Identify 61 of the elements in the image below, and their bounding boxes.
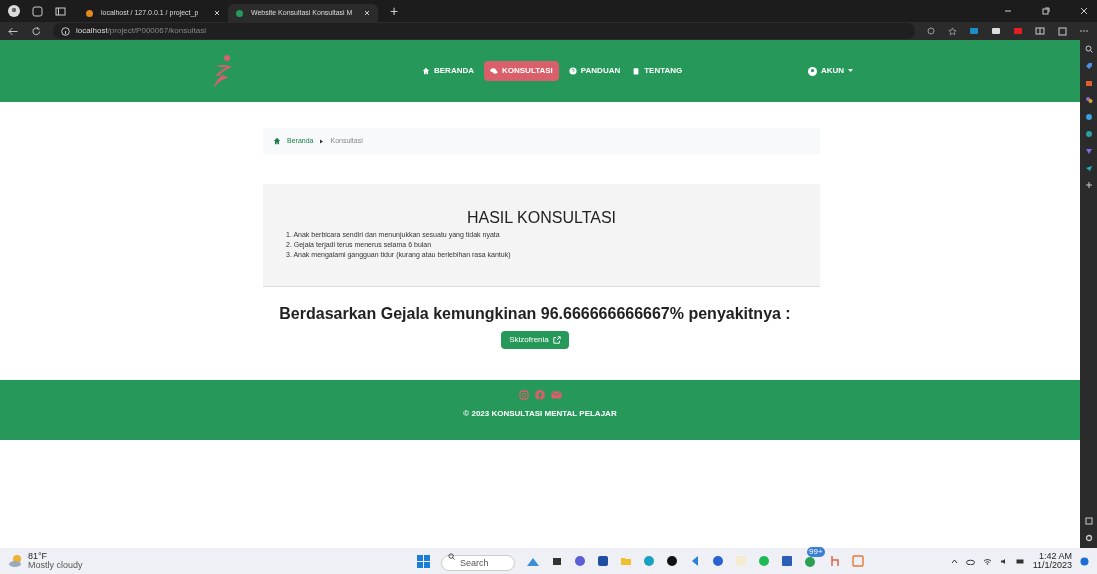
app-icon[interactable] — [666, 555, 678, 567]
home-icon — [422, 67, 430, 75]
notification-badge: 99+ — [807, 547, 825, 557]
restore-icon[interactable] — [1041, 6, 1051, 16]
battery-icon[interactable] — [1015, 557, 1025, 565]
back-icon[interactable] — [8, 25, 19, 37]
nav-link[interactable]: BERANDA — [420, 61, 476, 81]
chevron-icon — [319, 138, 325, 144]
app-icon[interactable] — [597, 555, 609, 567]
dropdown-caret-icon[interactable] — [848, 69, 854, 73]
add-icon[interactable] — [1084, 181, 1093, 189]
address-bar[interactable]: localhost/project/P000067/konsultasi — [53, 23, 915, 39]
workspaces-icon[interactable] — [32, 5, 43, 17]
close-icon[interactable] — [214, 10, 220, 16]
result-heading: HASIL KONSULTASI — [465, 208, 618, 228]
zoom-icon[interactable] — [927, 26, 936, 36]
reload-icon[interactable] — [30, 25, 42, 37]
tag-icon[interactable] — [1084, 62, 1093, 70]
temperature-text: 81°F — [28, 552, 49, 561]
home-icon — [273, 137, 281, 145]
favicon-icon — [236, 9, 243, 17]
url-text: localhost/project/P000067/konsultasi — [76, 25, 206, 37]
chat-icon — [490, 67, 498, 75]
question-icon — [568, 67, 577, 75]
new-tab-button[interactable]: + — [390, 4, 399, 18]
circle-icon[interactable] — [1084, 113, 1093, 121]
people-icon[interactable] — [1084, 96, 1093, 104]
profile-icon[interactable] — [8, 5, 20, 17]
close-icon[interactable] — [1079, 6, 1089, 16]
split-screen-icon[interactable] — [1035, 26, 1045, 36]
copyright-text: © 2023 KONSULTASI MENTAL PELAJAR — [463, 408, 617, 420]
extension-icon[interactable] — [991, 26, 1001, 36]
wifi-icon[interactable] — [982, 557, 992, 565]
nav-link[interactable]: KONSULTASI — [484, 61, 559, 81]
conclusion-text: Berdasarkan Gejala kemungkinan 96.666666666667% penyakitnya : — [278, 304, 792, 324]
tab-actions-icon[interactable] — [55, 5, 66, 17]
nav-link[interactable]: PANDUAN — [566, 61, 623, 81]
account-menu[interactable]: AKUN — [821, 65, 845, 77]
app-icon[interactable] — [551, 555, 563, 567]
volume-icon[interactable] — [999, 557, 1008, 565]
chevron-up-icon[interactable] — [950, 557, 958, 565]
sidebar-toggle-icon[interactable] — [1084, 517, 1093, 525]
clipboard-icon — [632, 67, 641, 75]
clock-time[interactable]: 1:42 AM — [1038, 552, 1072, 561]
favicon-icon — [86, 9, 93, 17]
info-icon — [61, 26, 71, 36]
nav-link[interactable]: TENTANG — [630, 61, 685, 81]
clock-date[interactable]: 11/1/2023 — [1032, 561, 1072, 570]
close-icon[interactable] — [364, 10, 370, 16]
search-icon[interactable] — [1084, 45, 1093, 53]
notification-icon[interactable] — [1080, 556, 1089, 566]
search-icon — [448, 553, 455, 560]
collections-icon[interactable] — [1057, 26, 1067, 36]
account-icon — [808, 66, 817, 76]
favorite-icon[interactable] — [948, 26, 957, 36]
windows-start-icon[interactable] — [417, 554, 430, 568]
external-link-icon — [552, 336, 561, 344]
weather-text: Mostly cloudy — [28, 561, 83, 570]
send-icon[interactable] — [1084, 164, 1093, 172]
taskbar-search-field[interactable]: Search — [441, 555, 515, 571]
disease-button[interactable]: Skizofrenia — [501, 331, 569, 349]
